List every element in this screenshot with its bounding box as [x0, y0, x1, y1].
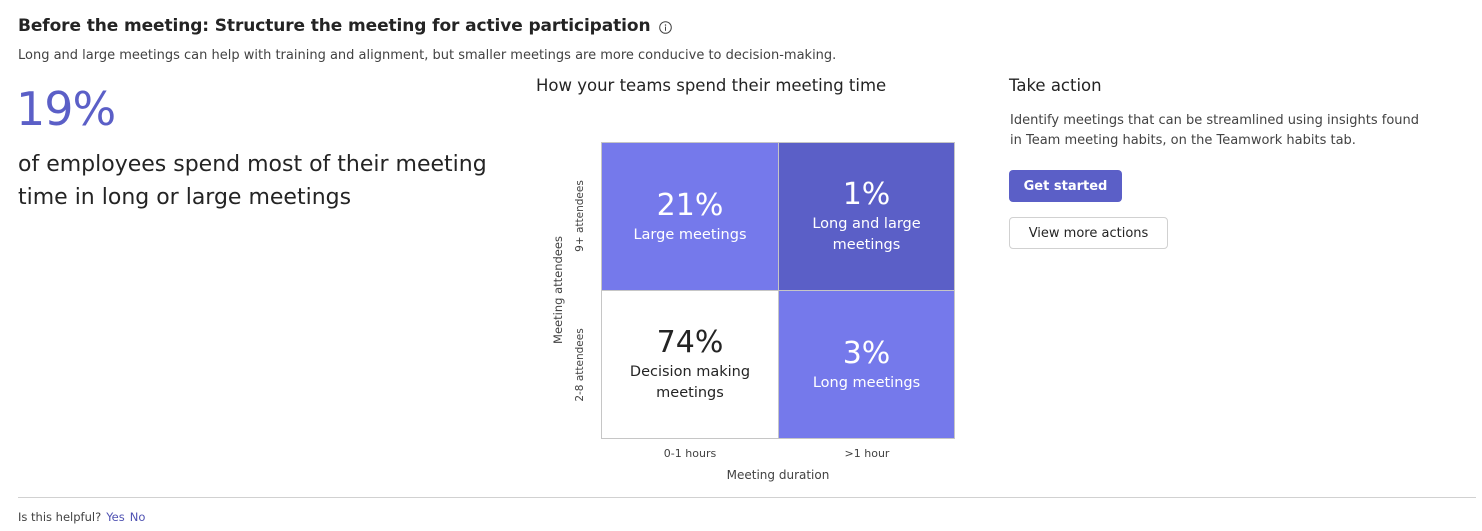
- matrix-cell-decision-making-meetings: 74% Decision making meetings: [602, 291, 779, 438]
- matrix-cell-large-meetings: 21% Large meetings: [602, 143, 779, 291]
- summary-stat: 19%: [16, 82, 116, 136]
- take-action-title: Take action: [1009, 76, 1102, 95]
- matrix-cell-long-and-large-meetings: 1% Long and large meetings: [779, 143, 954, 291]
- cell-value: 74%: [656, 325, 724, 360]
- view-more-actions-button[interactable]: View more actions: [1009, 217, 1168, 249]
- section-subtitle: Long and large meetings can help with tr…: [18, 48, 837, 63]
- cell-value: 1%: [842, 177, 891, 212]
- cell-label: Long meetings: [812, 374, 921, 391]
- y-axis-title: Meeting attendees: [551, 236, 565, 344]
- take-action-description: Identify meetings that can be streamline…: [1010, 113, 1420, 148]
- x-tick-0-1-hours: 0-1 hours: [663, 447, 717, 460]
- cell-label: Long and large meetings: [812, 216, 921, 253]
- x-tick-over-1-hour: >1 hour: [844, 447, 890, 460]
- y-tick-2-8: 2-8 attendees: [574, 328, 586, 402]
- y-tick-9plus: 9+ attendees: [574, 180, 586, 252]
- summary-description: of employees spend most of their meeting…: [18, 152, 487, 210]
- matrix-cell-long-meetings: 3% Long meetings: [779, 291, 954, 438]
- x-axis-title: Meeting duration: [726, 468, 830, 482]
- meeting-matrix: 21% Large meetings 1% Long and large mee…: [601, 142, 955, 439]
- cell-label: Decision making meetings: [629, 364, 751, 401]
- feedback-yes-link[interactable]: Yes: [106, 510, 125, 524]
- feedback-bar: Is this helpful? Yes No: [18, 510, 145, 524]
- info-icon-glyph: [659, 21, 673, 34]
- chart-title: How your teams spend their meeting time: [536, 76, 887, 95]
- section-title: Before the meeting: Structure the meetin…: [18, 16, 651, 36]
- feedback-no-link[interactable]: No: [130, 510, 146, 524]
- cell-value: 3%: [842, 335, 891, 371]
- cell-label: Large meetings: [633, 226, 747, 243]
- cell-value: 21%: [656, 187, 724, 223]
- get-started-button[interactable]: Get started: [1009, 170, 1122, 202]
- divider: [18, 497, 1476, 498]
- info-icon[interactable]: [659, 21, 673, 34]
- section-header: Before the meeting: Structure the meetin…: [18, 16, 673, 36]
- feedback-prompt: Is this helpful?: [18, 510, 102, 524]
